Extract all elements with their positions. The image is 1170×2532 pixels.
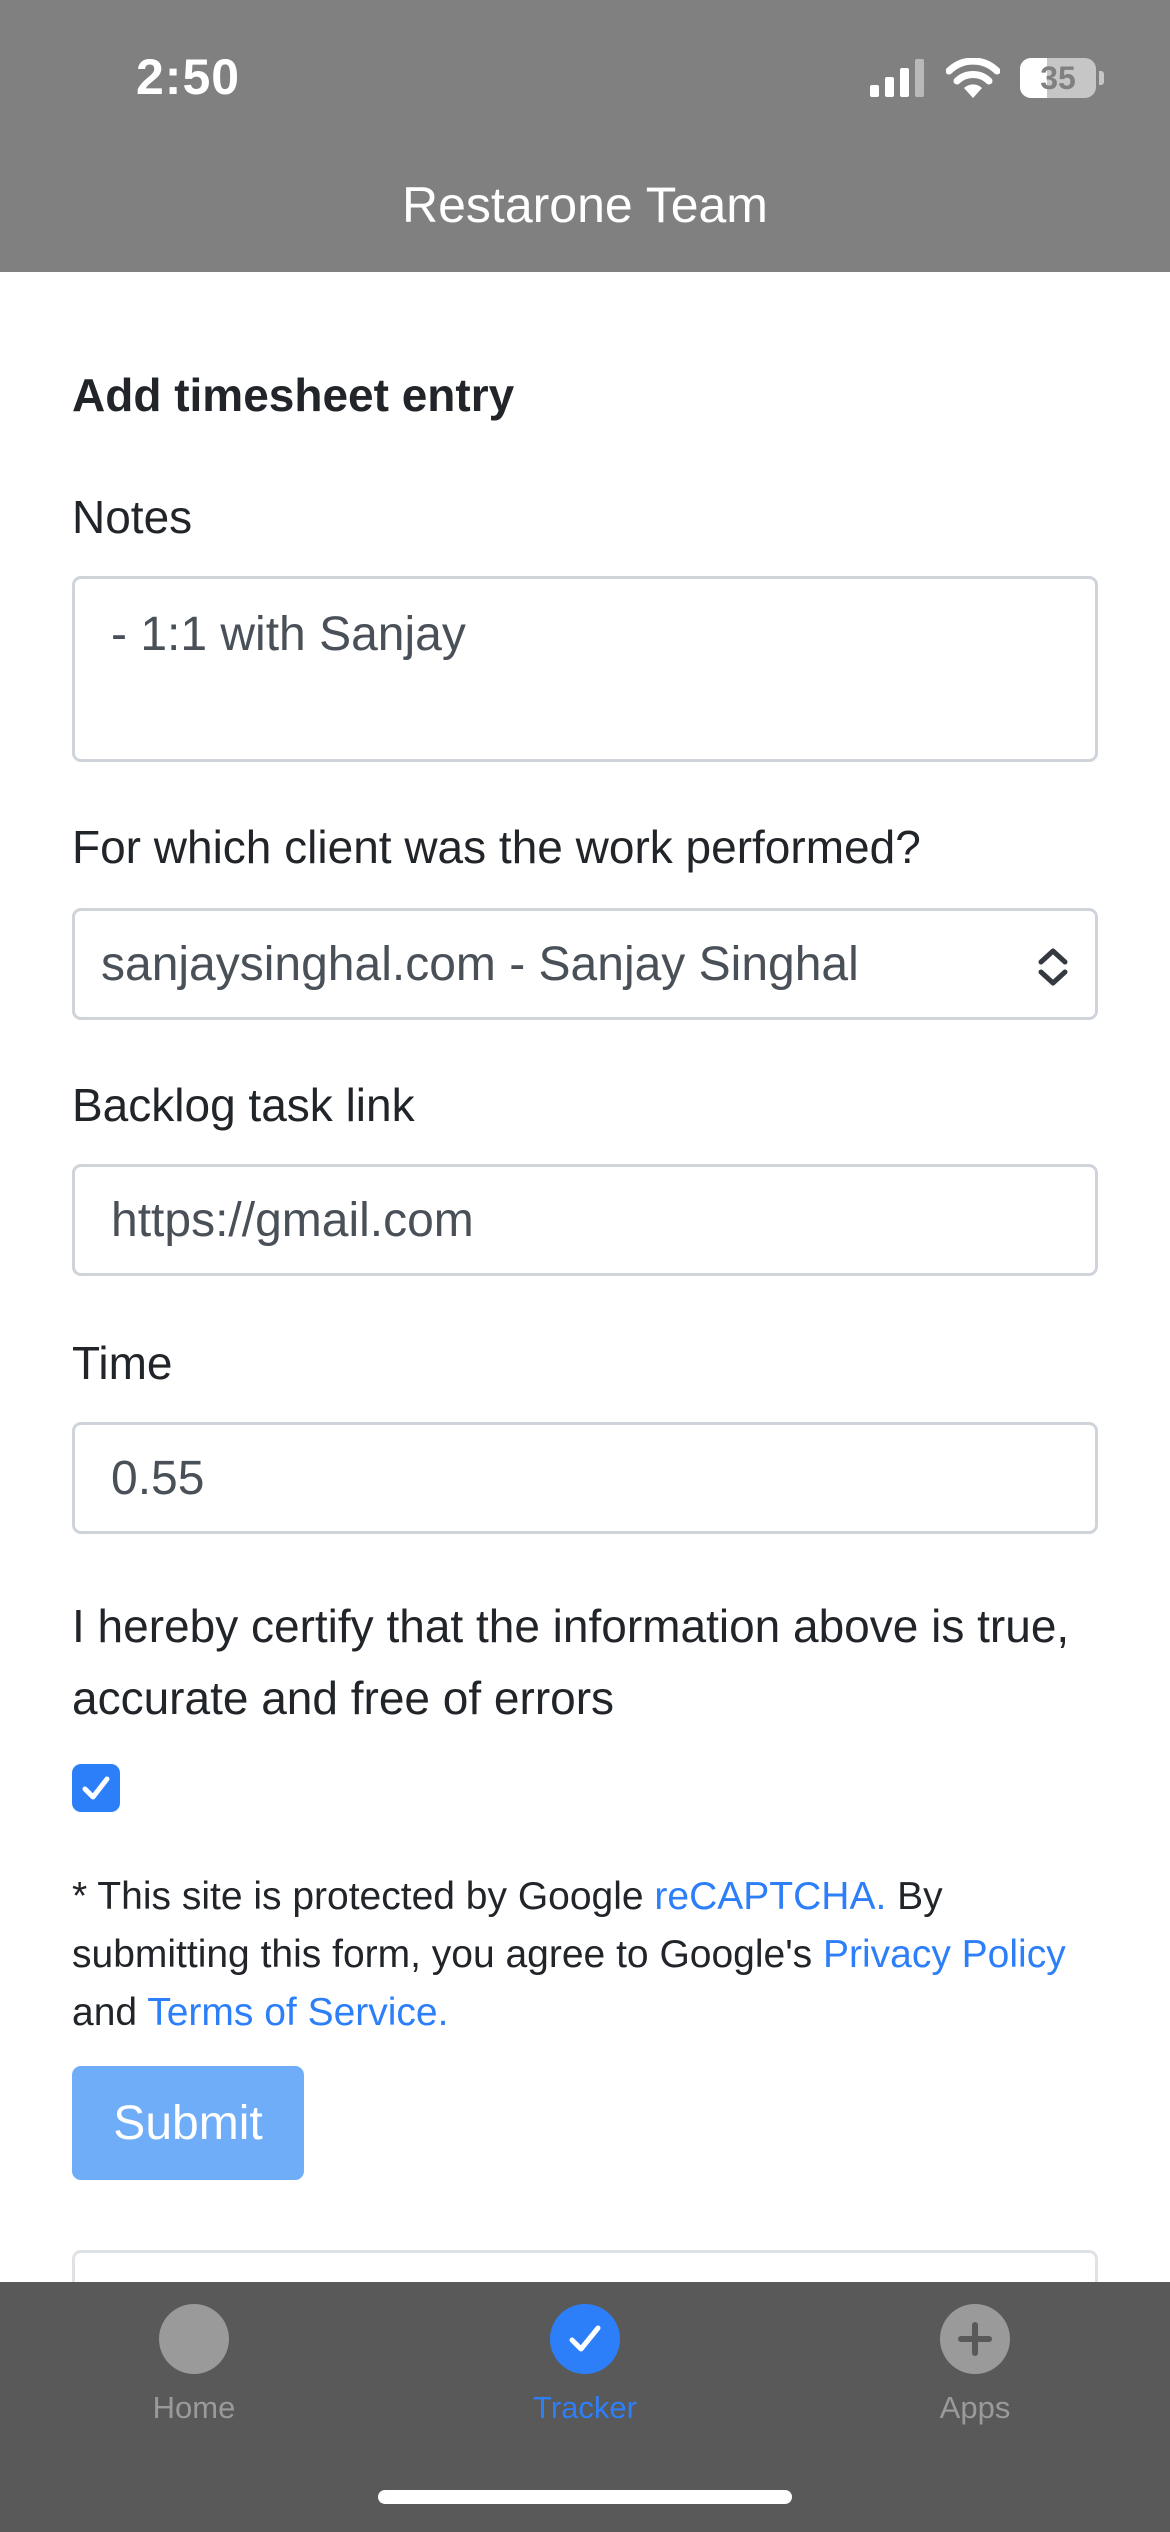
battery-level: 35 — [1040, 59, 1076, 96]
checkmark-icon — [82, 1776, 110, 1800]
backlog-label: Backlog task link — [72, 1079, 415, 1131]
apps-plus-icon — [940, 2304, 1010, 2374]
client-label: For which client was the work performed? — [72, 821, 921, 873]
app-header: 2:50 35 Restarone Team — [0, 0, 1170, 272]
time-label: Time — [72, 1337, 173, 1389]
tracker-check-icon — [550, 2304, 620, 2374]
tab-tracker-label: Tracker — [533, 2390, 637, 2425]
home-circle-icon — [159, 2304, 229, 2374]
backlog-link-input[interactable]: https://gmail.com — [72, 1164, 1098, 1276]
app-title: Restarone Team — [402, 177, 768, 233]
submit-button[interactable]: Submit — [72, 2066, 304, 2180]
certify-checkbox[interactable] — [72, 1764, 120, 1812]
battery-icon: 35 — [1020, 58, 1104, 98]
notice-and: and — [72, 1991, 148, 2034]
status-time: 2:50 — [136, 49, 241, 105]
tab-tracker[interactable]: Tracker — [435, 2304, 735, 2426]
recaptcha-link[interactable]: reCAPTCHA. — [654, 1875, 886, 1918]
privacy-policy-link[interactable]: Privacy Policy — [823, 1933, 1066, 1976]
notes-label: Notes — [72, 491, 193, 543]
home-indicator — [378, 2490, 792, 2504]
tab-apps-label: Apps — [939, 2390, 1011, 2425]
wifi-icon — [946, 58, 1000, 98]
terms-of-service-link[interactable]: Terms of Service. — [147, 1991, 448, 2034]
client-select[interactable]: sanjaysinghal.com - Sanjay Singhal — [72, 908, 1098, 1020]
tab-home-label: Home — [152, 2390, 236, 2425]
status-icons: 35 — [870, 50, 1104, 106]
time-input[interactable]: 0.55 — [72, 1422, 1098, 1534]
notice-prefix: * This site is protected by Google — [72, 1875, 655, 1918]
certify-label: I hereby certify that the information ab… — [72, 1600, 1070, 1724]
tab-apps[interactable]: Apps — [825, 2304, 1125, 2426]
recaptcha-notice: * This site is protected by Google reCAP… — [72, 1868, 1112, 2042]
plus-icon — [958, 2322, 992, 2356]
notes-textarea[interactable]: - 1:1 with Sanjay — [72, 576, 1098, 762]
tab-home[interactable]: Home — [44, 2304, 344, 2426]
signal-icon — [870, 59, 924, 97]
form-title: Add timesheet entry — [72, 369, 515, 421]
checkmark-icon — [569, 2325, 601, 2352]
client-select-value: sanjaysinghal.com - Sanjay Singhal — [101, 937, 859, 991]
chevron-up-down-icon — [1038, 948, 1068, 986]
